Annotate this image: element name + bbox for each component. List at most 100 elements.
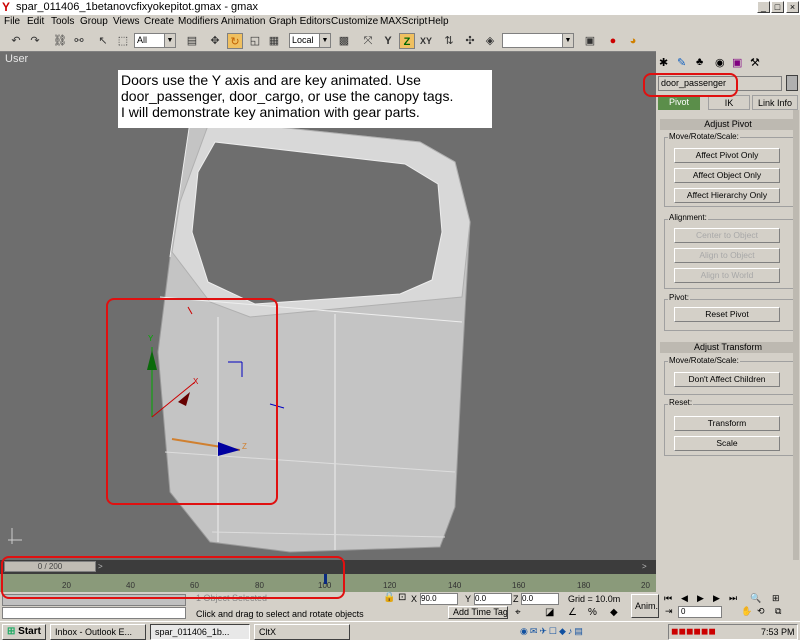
region-select-icon[interactable]: ⬚ [115,33,131,49]
select-object-icon[interactable]: ↖ [95,33,111,49]
scale-flyout-icon[interactable]: ▦ [266,33,282,49]
axis-xy-button[interactable]: XY [418,33,434,49]
tab-pivot[interactable]: Pivot [658,95,700,110]
reference-coord-dropdown[interactable]: Local ▼ [289,33,331,48]
selection-filter-dropdown[interactable]: All ▼ [134,33,176,48]
unlink-icon[interactable]: ⚯ [71,33,87,49]
tag-icon[interactable]: ⌖ [515,607,521,618]
minimize-button[interactable]: _ [757,1,770,13]
affect-hierarchy-only-button[interactable]: Affect Hierarchy Only [674,188,780,203]
menu-maxscript[interactable]: MAXScript [380,16,427,27]
mirror-icon[interactable]: ⤧ [360,33,376,49]
snap-icon[interactable]: ✣ [462,33,478,49]
modify-tab-icon[interactable]: ✎ [677,56,686,69]
object-color-swatch[interactable] [786,75,798,91]
select-link-icon[interactable]: ⛓ [52,33,68,49]
add-time-tag-button[interactable]: Add Time Tag [448,606,508,619]
percent-snap-icon[interactable]: % [588,607,597,618]
annotation-line-1: Doors use the Y axis and are key animate… [121,72,421,88]
menu-graph-editors[interactable]: Graph Editors [269,16,331,27]
current-frame-field[interactable]: 0 [678,606,722,618]
menu-animation[interactable]: Animation [221,16,265,27]
key-mode-icon[interactable]: ⇥ [665,606,673,617]
close-button[interactable]: × [786,1,799,13]
tray-icons[interactable]: ◼◼◼◼◼◼ [671,626,716,637]
y-coord-field[interactable]: 0.0 [474,593,512,605]
tab-link-info[interactable]: Link Info [752,95,798,110]
display-tab-icon[interactable]: ▣ [732,56,742,69]
menu-tools[interactable]: Tools [51,16,74,27]
next-frame-icon[interactable]: ▶ [713,593,720,604]
play-icon[interactable]: ▶ [697,593,704,604]
axis-z-button[interactable]: Z [399,33,415,49]
go-to-end-icon[interactable]: ⏭ [729,593,737,604]
align-to-object-button[interactable]: Align to Object [674,248,780,263]
rollout-adjust-pivot[interactable]: Adjust Pivot [660,119,796,130]
reset-scale-button[interactable]: Scale [674,436,780,451]
animate-button[interactable]: Anim. [631,594,659,618]
select-by-name-icon[interactable]: ▤ [184,33,200,49]
menu-customize[interactable]: Customize [331,16,378,27]
reset-pivot-button[interactable]: Reset Pivot [674,307,780,322]
task-gmax[interactable]: spar_011406_1b... [150,624,250,640]
chevron-down-icon: ▼ [319,34,330,47]
align-to-world-button[interactable]: Align to World [674,268,780,283]
hierarchy-tab-icon[interactable]: ♣ [696,56,703,68]
material-editor-icon[interactable]: ▣ [582,33,598,49]
menu-create[interactable]: Create [144,16,174,27]
viewport-user[interactable]: User Y X Z Doors use the Y axis and are … [0,52,656,560]
windows-logo-icon: ⊞ [7,626,16,637]
pivot-center-icon[interactable]: ▩ [336,33,352,49]
zoom-all-icon[interactable]: ⊞ [772,593,780,604]
center-to-object-button[interactable]: Center to Object [674,228,780,243]
zoom-icon[interactable]: 🔍 [750,593,761,604]
dont-affect-children-button[interactable]: Don't Affect Children [674,372,780,387]
menu-edit[interactable]: Edit [27,16,44,27]
task-cltx[interactable]: CltX [254,624,350,640]
start-button[interactable]: ⊞ Start [2,624,46,640]
menu-modifiers[interactable]: Modifiers [178,16,219,27]
move-icon[interactable]: ✥ [207,33,223,49]
prev-frame-icon[interactable]: ◀ [681,593,688,604]
task-outlook[interactable]: Inbox - Outlook E... [50,624,146,640]
pan-icon[interactable]: ✋ [741,606,752,617]
z-coord-field[interactable]: 0.0 [521,593,559,605]
affect-pivot-only-button[interactable]: Affect Pivot Only [674,148,780,163]
x-coord-label: X [411,594,418,604]
angle-snap-icon[interactable]: ◈ [482,33,498,49]
rollout-adjust-transform[interactable]: Adjust Transform [660,342,796,353]
align-icon[interactable]: ⇅ [441,33,457,49]
motion-tab-icon[interactable]: ◉ [715,56,725,69]
arc-rotate-icon[interactable]: ⟲ [757,606,765,617]
maximize-button[interactable]: □ [771,1,784,13]
spinner-snap-icon[interactable]: ◆ [610,607,618,618]
scale-icon[interactable]: ◱ [247,33,263,49]
maximize-viewport-icon[interactable]: ⧉ [775,606,781,617]
quick-launch-icons[interactable]: ◉✉✈☐◆♪▤ [520,624,668,639]
go-to-start-icon[interactable]: ⏮ [664,593,672,604]
next-frame-arrow-icon[interactable]: > [642,562,647,571]
x-coord-field[interactable]: 90.0 [420,593,458,605]
maxscript-input[interactable] [2,607,186,619]
angle-snap-toggle-icon[interactable]: ∠ [568,607,577,618]
render-icon[interactable]: ● [605,33,621,49]
reset-transform-button[interactable]: Transform [674,416,780,431]
menu-help[interactable]: Help [428,16,449,27]
rotate-icon[interactable]: ↻ [227,33,243,49]
quick-render-icon[interactable]: ◕ [625,33,641,49]
absolute-mode-icon[interactable]: ⊡ [398,592,406,603]
named-selection-dropdown[interactable]: ▼ [502,33,574,48]
snaps-toggle-icon[interactable]: ◪ [545,607,554,618]
undo-icon[interactable]: ↶ [8,33,24,49]
redo-icon[interactable]: ↷ [27,33,43,49]
menu-views[interactable]: Views [113,16,140,27]
affect-object-only-button[interactable]: Affect Object Only [674,168,780,183]
menu-file[interactable]: File [4,16,20,27]
create-tab-icon[interactable]: ✱ [659,56,668,69]
axis-y-button[interactable]: Y [380,33,396,49]
tab-ik[interactable]: IK [708,95,750,110]
lock-selection-icon[interactable]: 🔒 [383,592,395,603]
panel-scrollbar[interactable] [793,110,799,560]
menu-group[interactable]: Group [80,16,108,27]
utilities-tab-icon[interactable]: ⚒ [750,56,760,69]
